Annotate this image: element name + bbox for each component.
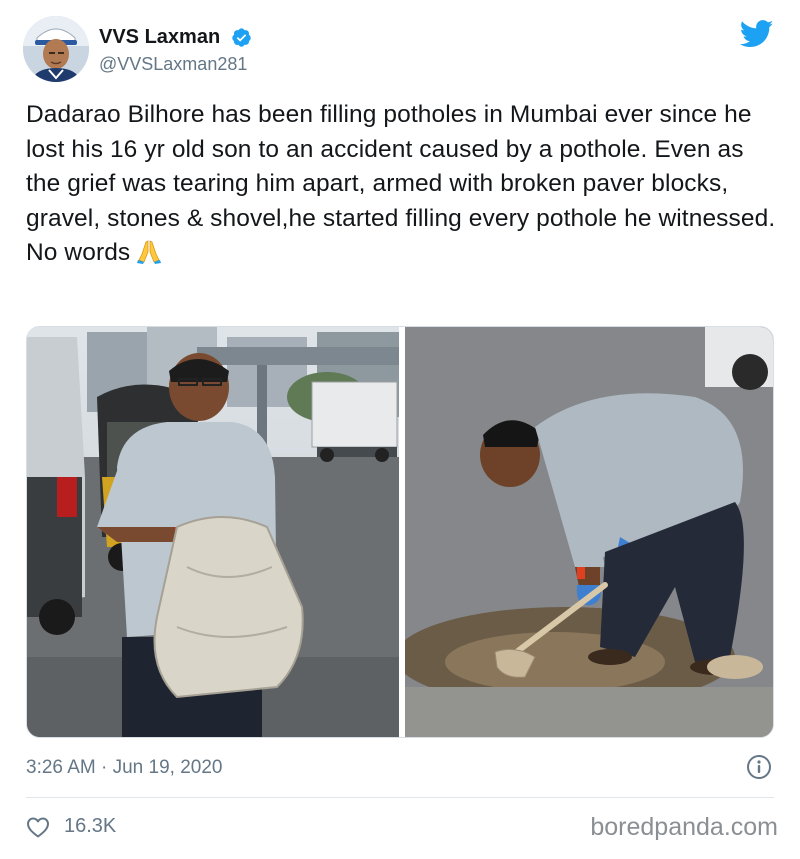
verified-badge-icon — [231, 28, 251, 47]
divider — [26, 797, 774, 798]
heart-icon[interactable] — [26, 816, 50, 838]
info-icon[interactable] — [746, 754, 772, 780]
twitter-bird-icon[interactable] — [740, 20, 774, 48]
author-avatar[interactable] — [23, 16, 89, 82]
photo-man-holding-sack[interactable] — [27, 327, 399, 737]
like-count[interactable]: 16.3K — [64, 815, 116, 838]
author-handle[interactable]: @VVSLaxman281 — [99, 54, 252, 75]
tweet-timestamp[interactable]: 3:26 AM · Jun 19, 2020 — [26, 757, 222, 779]
tweet-header: VVS Laxman @VVSLaxman281 — [23, 14, 778, 86]
author-display-name[interactable]: VVS Laxman — [99, 26, 220, 49]
watermark: boredpanda.com — [590, 813, 778, 841]
tweet-media[interactable] — [26, 326, 774, 738]
tweet-footer: 16.3K boredpanda.com — [26, 813, 778, 845]
author-info: VVS Laxman @VVSLaxman281 — [99, 26, 252, 75]
photo-man-shoveling[interactable] — [405, 327, 773, 737]
tweet-text: Dadarao Bilhore has been filling pothole… — [26, 98, 776, 271]
tweet-meta: 3:26 AM · Jun 19, 2020 — [26, 754, 776, 784]
folded-hands-emoji-icon — [136, 238, 162, 264]
